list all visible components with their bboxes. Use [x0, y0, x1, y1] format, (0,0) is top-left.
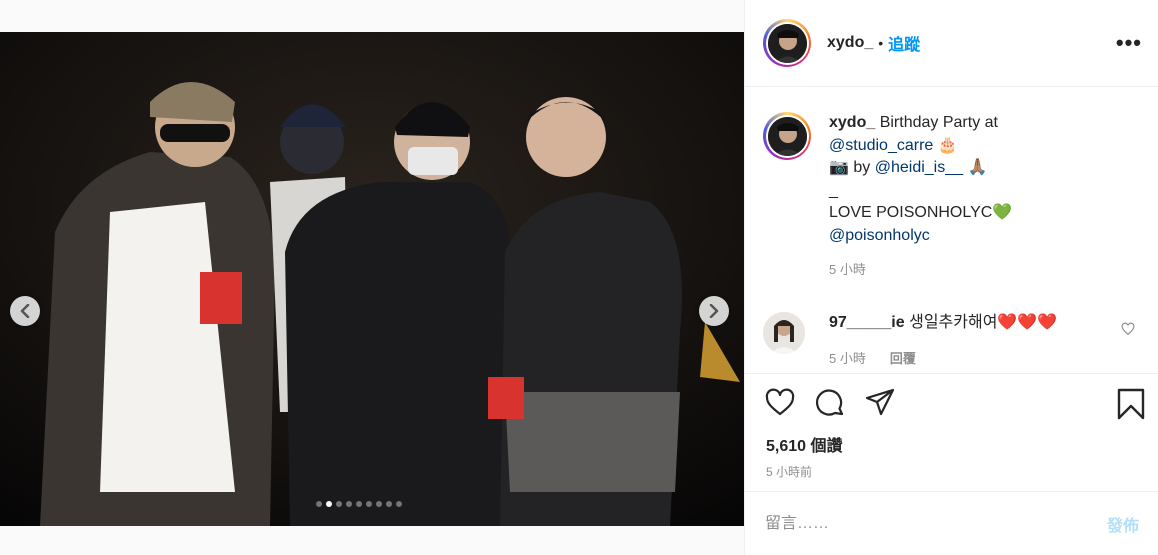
caption-timestamp: 5 小時 [829, 262, 866, 277]
follow-button[interactable]: 追蹤 [888, 31, 920, 55]
mention-studio-carre[interactable]: @studio_carre [829, 137, 933, 154]
comment-text: 생일추카해여❤️❤️❤️ [909, 314, 1058, 331]
carousel-indicator [316, 501, 402, 507]
comment-icon[interactable] [815, 388, 845, 418]
comment-input[interactable] [765, 514, 1107, 533]
heart-icon[interactable] [765, 388, 795, 416]
caption: xydo_ Birthday Party at @studio_carre 🎂 … [763, 112, 1149, 282]
carousel-dot [316, 501, 322, 507]
mention-heidi[interactable]: @heidi_is__ [875, 159, 963, 176]
post-photo [0, 32, 744, 526]
author-avatar[interactable] [763, 19, 811, 67]
separator-dot: • [878, 35, 884, 51]
by-label: by [853, 159, 871, 176]
post-actions: 5,610 個讚 5 小時前 [745, 373, 1158, 491]
green-heart-emoji: 💚 [992, 204, 1013, 221]
post-timestamp: 5 小時前 [766, 465, 813, 479]
caption-line1: Birthday Party at [879, 114, 998, 131]
comment-like-heart-icon[interactable] [1121, 322, 1135, 336]
caption-text: xydo_ Birthday Party at @studio_carre 🎂 … [829, 112, 1149, 282]
carousel-dot [366, 501, 372, 507]
cake-emoji: 🎂 [937, 136, 958, 154]
caption-avatar[interactable] [763, 112, 811, 160]
post-side-panel: xydo_ • 追蹤 ••• xydo_ Birthday Party at @… [744, 0, 1158, 555]
carousel-dot [386, 501, 392, 507]
post-comment-button[interactable]: 發佈 [1107, 512, 1139, 536]
carousel-dot [336, 501, 342, 507]
comments-section: xydo_ Birthday Party at @studio_carre 🎂 … [745, 88, 1158, 373]
like-count[interactable]: 5,610 個讚 [766, 432, 843, 456]
previous-slide-button[interactable] [10, 296, 40, 326]
comment-item: 97_____ie 생일추카해여❤️❤️❤️ 5 小時 回覆 [763, 312, 1143, 370]
carousel-dot [356, 501, 362, 507]
carousel-dot [396, 501, 402, 507]
mention-poisonholyc[interactable]: @poisonholyc [829, 227, 930, 244]
reply-button[interactable]: 回覆 [890, 351, 916, 366]
camera-emoji: 📷 [829, 159, 849, 176]
share-icon[interactable] [865, 388, 895, 416]
caption-username[interactable]: xydo_ [829, 114, 875, 131]
post-media[interactable] [0, 32, 744, 526]
next-slide-button[interactable] [699, 296, 729, 326]
author-username[interactable]: xydo_ [827, 34, 873, 52]
love-text: LOVE POISONHOLYC [829, 204, 993, 221]
more-options-icon[interactable]: ••• [1116, 32, 1142, 54]
carousel-dot [346, 501, 352, 507]
carousel-dot [326, 501, 332, 507]
commenter-avatar[interactable] [763, 312, 805, 354]
comment-timestamp: 5 小時 [829, 351, 866, 366]
pray-emoji: 🙏🏽 [967, 159, 988, 176]
bookmark-icon[interactable] [1117, 388, 1145, 420]
chevron-left-icon [20, 304, 30, 318]
carousel-dot [376, 501, 382, 507]
add-comment-bar: 發佈 [745, 491, 1158, 555]
chevron-right-icon [709, 304, 719, 318]
caption-underscore: _ [829, 181, 838, 199]
commenter-username[interactable]: 97_____ie [829, 314, 905, 331]
post-header: xydo_ • 追蹤 ••• [745, 0, 1158, 87]
